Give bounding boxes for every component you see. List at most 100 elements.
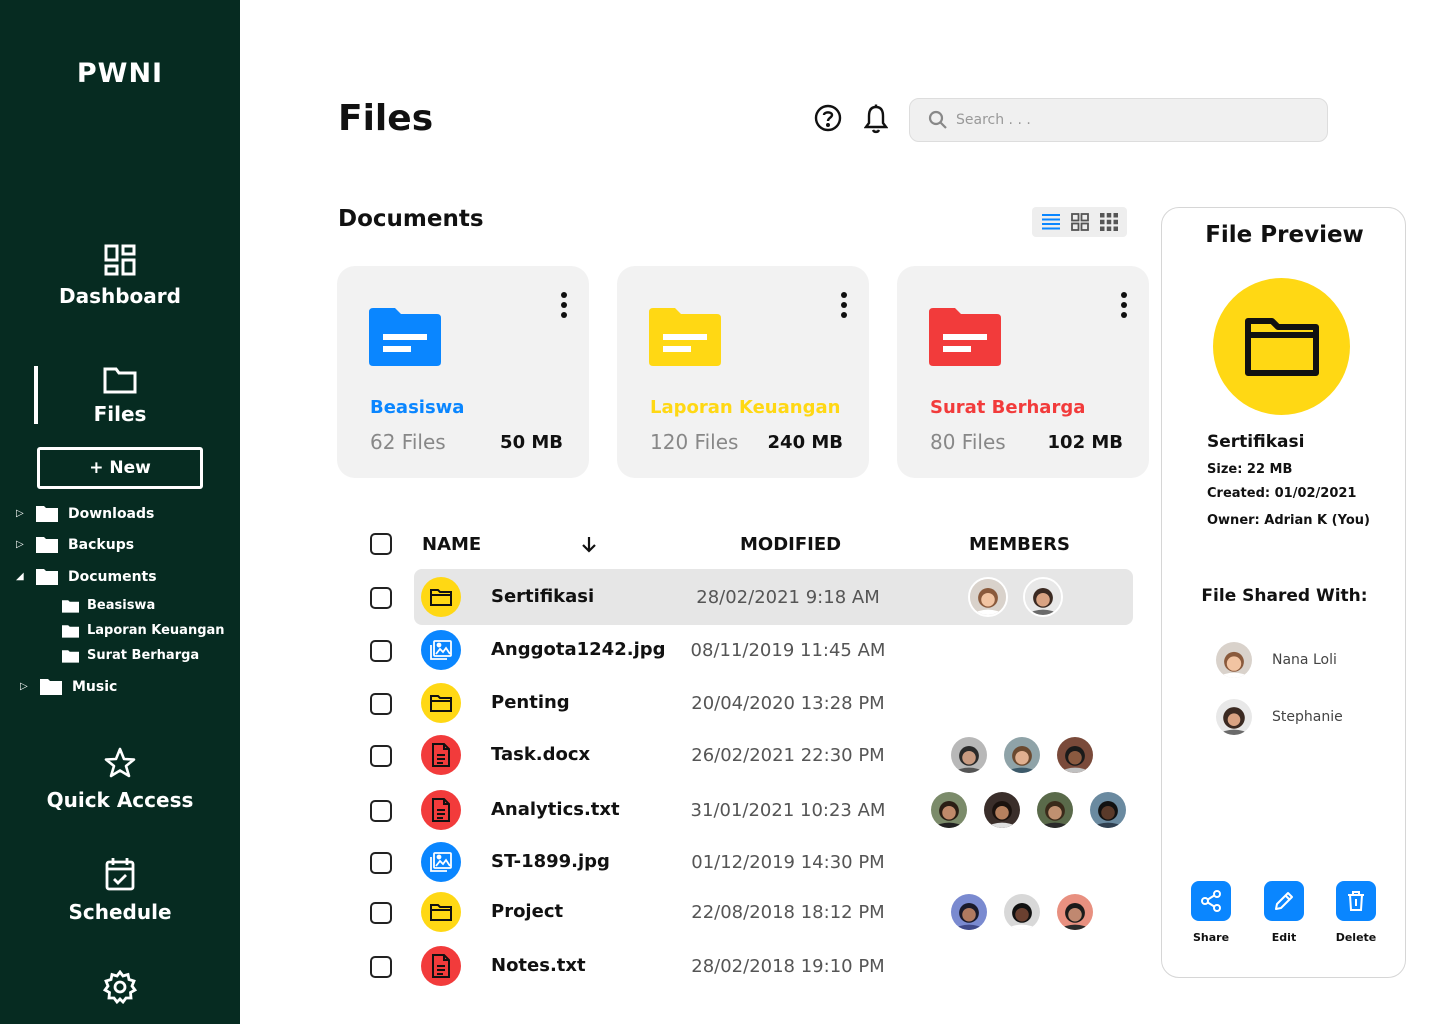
row-modified-date: 28/02/2021 9:18 AM [696,587,880,608]
nav-files-label: Files [93,402,147,426]
tree-item-backups[interactable]: ▷ Backups [16,536,134,553]
nav-dashboard-label: Dashboard [59,284,181,308]
column-header-members: MEMBERS [969,534,1070,555]
shared-user: Nana Loli [1214,640,1337,680]
tree-item-beasiswa[interactable]: Beasiswa [62,598,155,613]
grid-view-icon[interactable] [1070,213,1089,231]
row-file-name[interactable]: ST-1899.jpg [491,851,610,872]
row-file-name[interactable]: Anggota1242.jpg [491,639,666,660]
row-file-name[interactable]: Sertifikasi [491,586,594,607]
tree-item-documents[interactable]: ◢ Documents [16,568,157,585]
search-input[interactable] [956,112,1296,128]
row-checkbox[interactable] [370,956,392,978]
nav-quick-access-label: Quick Access [46,788,194,812]
search-icon [928,110,947,129]
member-avatar [968,577,1008,617]
more-options-icon[interactable] [1121,292,1127,318]
folder-card-beasiswa[interactable]: Beasiswa 62 Files 50 MB [337,266,589,478]
row-file-name[interactable]: Project [491,901,563,922]
tree-item-downloads[interactable]: ▷ Downloads [16,505,154,522]
view-toggle [1032,207,1127,237]
row-modified-date: 08/11/2019 11:45 AM [690,640,886,661]
share-button[interactable]: Share [1183,881,1239,944]
help-icon[interactable] [814,104,842,136]
row-checkbox[interactable] [370,745,392,767]
nav-files[interactable]: Files [0,366,240,426]
row-checkbox[interactable] [370,693,392,715]
folder-icon [430,695,452,712]
column-header-name[interactable]: NAME [422,534,481,555]
preview-thumbnail [1213,278,1350,415]
folder-card-size: 102 MB [1047,432,1123,453]
row-file-name[interactable]: Task.docx [491,744,590,765]
folder-card-size: 50 MB [500,432,563,453]
member-avatar [929,790,969,830]
folder-card-count: 120 Files [650,430,739,454]
member-avatar [1002,735,1042,775]
document-icon [432,954,450,978]
row-file-name[interactable]: Penting [491,692,570,713]
shared-user: Stephanie [1214,697,1343,737]
preview-owner: Owner: Adrian K (You) [1207,513,1370,528]
search-bar[interactable] [909,98,1328,142]
new-button[interactable]: + New [37,447,203,489]
pencil-icon [1275,892,1293,910]
sort-down-icon[interactable] [580,535,598,553]
tree-item-music[interactable]: ▷ Music [20,678,117,695]
column-header-modified[interactable]: MODIFIED [740,534,841,555]
gear-icon [103,970,137,1004]
row-modified-date: 28/02/2018 19:10 PM [691,956,885,977]
file-preview-panel: File Preview Sertifikasi Size: 22 MB Cre… [1161,207,1406,978]
trash-icon [1348,891,1364,911]
tree-label: Surat Berharga [87,648,200,663]
member-avatar [982,790,1022,830]
row-checkbox[interactable] [370,587,392,609]
more-options-icon[interactable] [841,292,847,318]
member-avatar [1035,790,1075,830]
nav-dashboard[interactable]: Dashboard [0,244,240,308]
tree-item-laporan-keuangan[interactable]: Laporan Keuangan [62,623,225,638]
small-grid-view-icon[interactable] [1099,213,1118,231]
shared-user-name: Stephanie [1272,709,1343,725]
tree-label: Documents [68,568,157,585]
row-file-name[interactable]: Analytics.txt [491,799,620,820]
folder-icon [369,308,441,366]
folder-icon [649,308,721,366]
folder-card-laporan-keuangan[interactable]: Laporan Keuangan 120 Files 240 MB [617,266,869,478]
row-modified-date: 22/08/2018 18:12 PM [691,902,885,923]
member-avatar [949,735,989,775]
folder-card-surat-berharga[interactable]: Surat Berharga 80 Files 102 MB [897,266,1149,478]
delete-label: Delete [1335,931,1377,944]
preview-file-name: Sertifikasi [1207,432,1305,452]
row-checkbox[interactable] [370,852,392,874]
image-type-badge [421,630,461,670]
image-icon [430,852,452,872]
edit-label: Edit [1271,931,1297,944]
folder-type-badge [421,577,461,617]
row-checkbox[interactable] [370,640,392,662]
row-checkbox[interactable] [370,902,392,924]
nav-schedule[interactable]: Schedule [0,856,240,924]
folder-icon [1244,317,1319,376]
folder-card-name: Surat Berharga [930,397,1086,418]
nav-settings[interactable] [0,970,240,1004]
folder-icon [62,649,79,663]
row-modified-date: 26/02/2021 22:30 PM [691,745,885,766]
tree-item-surat-berharga[interactable]: Surat Berharga [62,648,199,663]
row-modified-date: 20/04/2020 13:28 PM [691,693,885,714]
row-checkbox[interactable] [370,800,392,822]
member-avatar [1055,892,1095,932]
member-avatar [1055,735,1095,775]
bell-icon[interactable] [863,104,889,138]
folder-type-badge [421,892,461,932]
nav-quick-access[interactable]: Quick Access [0,746,240,812]
select-all-checkbox[interactable] [370,533,392,555]
list-view-icon[interactable] [1041,214,1060,230]
folder-card-count: 80 Files [930,430,1006,454]
more-options-icon[interactable] [561,292,567,318]
row-file-name[interactable]: Notes.txt [491,955,586,976]
edit-button[interactable]: Edit [1256,881,1312,944]
share-icon [1201,890,1221,912]
folder-card-count: 62 Files [370,430,446,454]
delete-button[interactable]: Delete [1328,881,1384,944]
